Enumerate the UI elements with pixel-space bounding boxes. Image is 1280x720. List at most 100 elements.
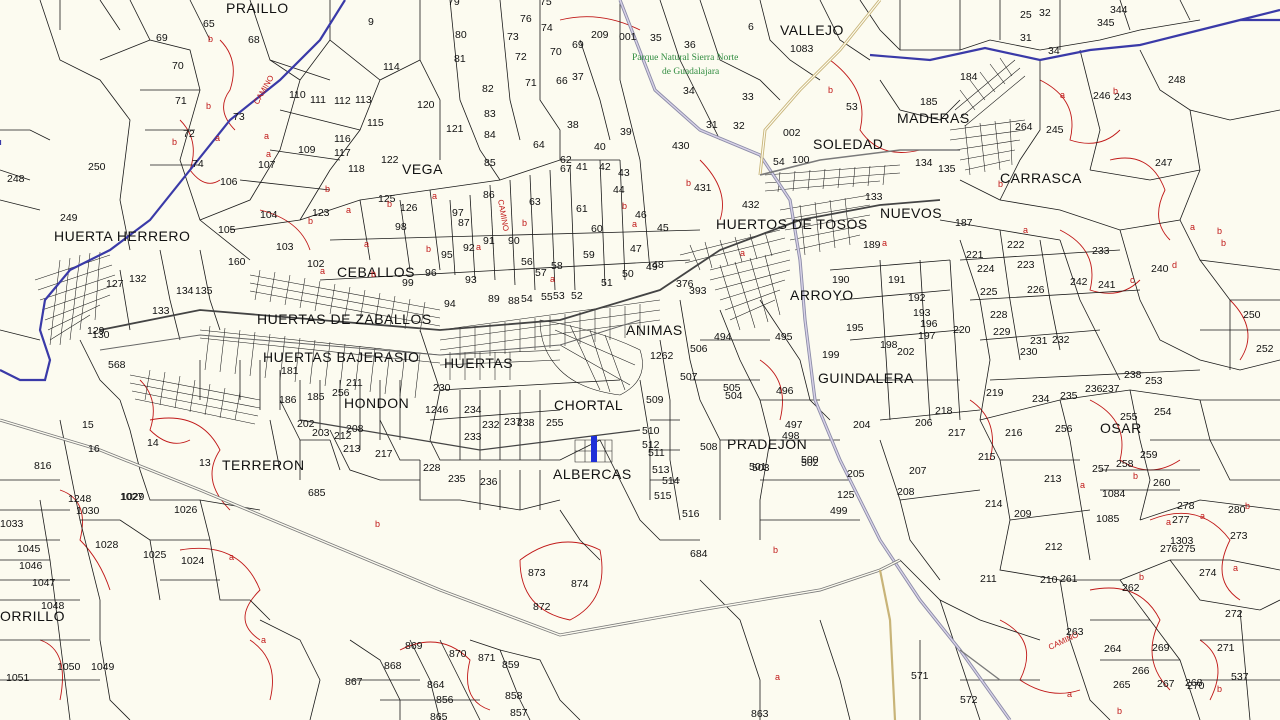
- parcel-number: 14: [147, 437, 159, 449]
- parcel-number: 33: [742, 91, 754, 103]
- sub-parcel-letter: a: [882, 238, 887, 248]
- parcel-number: 83: [484, 108, 496, 120]
- parcel-number: 120: [417, 99, 435, 111]
- place-name-nuevos: NUEVOS: [880, 205, 942, 221]
- parcel-number: 185: [920, 96, 938, 108]
- parcel-number: 45: [657, 222, 669, 234]
- parcel-number: 53: [846, 101, 858, 113]
- parcel-number: 35: [650, 32, 662, 44]
- sub-parcel-letter: b: [522, 218, 527, 228]
- parcel-number: 231: [1030, 335, 1048, 347]
- parcel-number: 115: [367, 117, 384, 129]
- parcel-number: 1045: [17, 543, 41, 555]
- parcel-number: 571: [911, 670, 929, 682]
- parcel-number: 197: [918, 330, 936, 342]
- parcel-number: 227: [0, 0, 18, 3]
- parcel-number: 209: [1014, 508, 1032, 520]
- selected-parcel-marker[interactable]: [591, 436, 597, 462]
- parcel-number: 856: [436, 694, 454, 706]
- parcel-number: 106: [220, 176, 238, 188]
- parcel-number: 32: [1039, 7, 1051, 19]
- parcel-number: 249: [60, 212, 78, 224]
- parcel-number: 135: [938, 163, 956, 175]
- sub-parcel-letter: a: [364, 239, 369, 249]
- parcel-number: 267: [1157, 678, 1175, 690]
- parcel-number: 216: [1005, 427, 1023, 439]
- parcel-number: 259: [1140, 449, 1158, 461]
- parcel-number: 1246: [425, 404, 449, 416]
- parcel-number: 262: [1122, 582, 1140, 594]
- parcel-number: 254: [1154, 406, 1172, 418]
- parcel-number: 134: [176, 285, 194, 297]
- parcel-number: 186: [279, 394, 297, 406]
- parcel-number: 229: [993, 326, 1011, 338]
- sub-parcel-letter: b: [1221, 238, 1226, 248]
- parcel-number: 1049: [91, 661, 115, 673]
- parcel-number: 66: [556, 75, 568, 87]
- sub-parcel-letter: b: [622, 201, 627, 211]
- parcel-number: 50: [622, 268, 634, 280]
- place-name-maderas: MADERAS: [897, 110, 970, 126]
- parcel-number: 57: [535, 267, 547, 279]
- parcel-number: 685: [308, 487, 326, 499]
- parcel-number: 241: [1098, 279, 1116, 291]
- parcel-number: 256: [1055, 423, 1073, 435]
- sub-parcel-letter: a: [476, 242, 481, 252]
- parcel-number: 238: [517, 417, 535, 429]
- place-name-terreron: TERRERON: [222, 457, 305, 473]
- parcel-number: 72: [515, 51, 527, 63]
- parcel-number: 81: [454, 53, 466, 65]
- sub-parcel-letter: b: [308, 216, 313, 226]
- parcel-number: 495: [775, 331, 793, 343]
- parcel-number: 215: [978, 451, 996, 463]
- sub-parcel-letter: b: [686, 178, 691, 188]
- parcel-number: 430: [672, 140, 690, 152]
- parcel-number: 1051: [6, 672, 30, 684]
- parcel-number: 344: [1110, 4, 1128, 16]
- park-label-line-2: de Guadalajara: [662, 67, 720, 77]
- parcel-number: 39: [620, 126, 632, 138]
- parcel-number: 184: [960, 71, 978, 83]
- sub-parcel-letter: a: [1190, 222, 1195, 232]
- parcel-number: 431: [694, 182, 712, 194]
- parcel-number: 266: [1132, 665, 1150, 677]
- parcel-number: 73: [507, 31, 519, 43]
- sub-parcel-letter: a: [632, 219, 637, 229]
- parcel-number: 228: [423, 462, 441, 474]
- sub-parcel-letter: a: [266, 149, 271, 159]
- parcel-number: 190: [832, 274, 850, 286]
- parcel-number: 393: [689, 285, 707, 297]
- sub-parcel-letter: a: [1060, 90, 1065, 100]
- parcel-number: 44: [613, 184, 625, 196]
- sub-parcel-letter: b: [371, 269, 376, 279]
- parcel-number: 507: [680, 371, 698, 383]
- parcel-number: 34: [683, 85, 695, 97]
- parcel-number: 100: [792, 154, 810, 166]
- parcel-number: 871: [478, 652, 496, 664]
- parcel-number: 219: [986, 387, 1004, 399]
- sub-parcel-letter: b: [208, 34, 213, 44]
- parcel-number: 69: [156, 32, 168, 44]
- parcel-number: 236: [480, 476, 498, 488]
- sub-parcel-letter: a: [346, 205, 351, 215]
- parcel-number: 25: [1020, 9, 1032, 21]
- parcel-number: 73: [233, 111, 245, 123]
- parcel-number: 222: [1007, 239, 1025, 251]
- place-name-chortal: CHORTAL: [554, 397, 623, 413]
- parcel-number: 211: [980, 573, 997, 585]
- parcel-number: 247: [1155, 157, 1173, 169]
- parcel-number: 202: [897, 346, 915, 358]
- parcel-number: 53: [553, 290, 565, 302]
- parcel-number: 90: [508, 235, 520, 247]
- place-name-huertas-de-zaballos: HUERTAS DE ZABALLOS: [257, 311, 432, 327]
- parcel-number: 230: [1020, 346, 1038, 358]
- parcel-number: 537: [1231, 671, 1249, 683]
- parcel-number: 1027: [120, 491, 144, 503]
- parcel-number: 432: [742, 199, 760, 211]
- parcel-number: 125: [837, 489, 855, 501]
- parcel-number: 496: [776, 385, 794, 397]
- parcel-number: 1024: [181, 555, 205, 567]
- cadastral-map[interactable]: Parque Natural Sierra Norte de Guadalaja…: [0, 0, 1280, 720]
- parcel-number: 126: [400, 202, 418, 214]
- parcel-number: 213: [343, 443, 361, 455]
